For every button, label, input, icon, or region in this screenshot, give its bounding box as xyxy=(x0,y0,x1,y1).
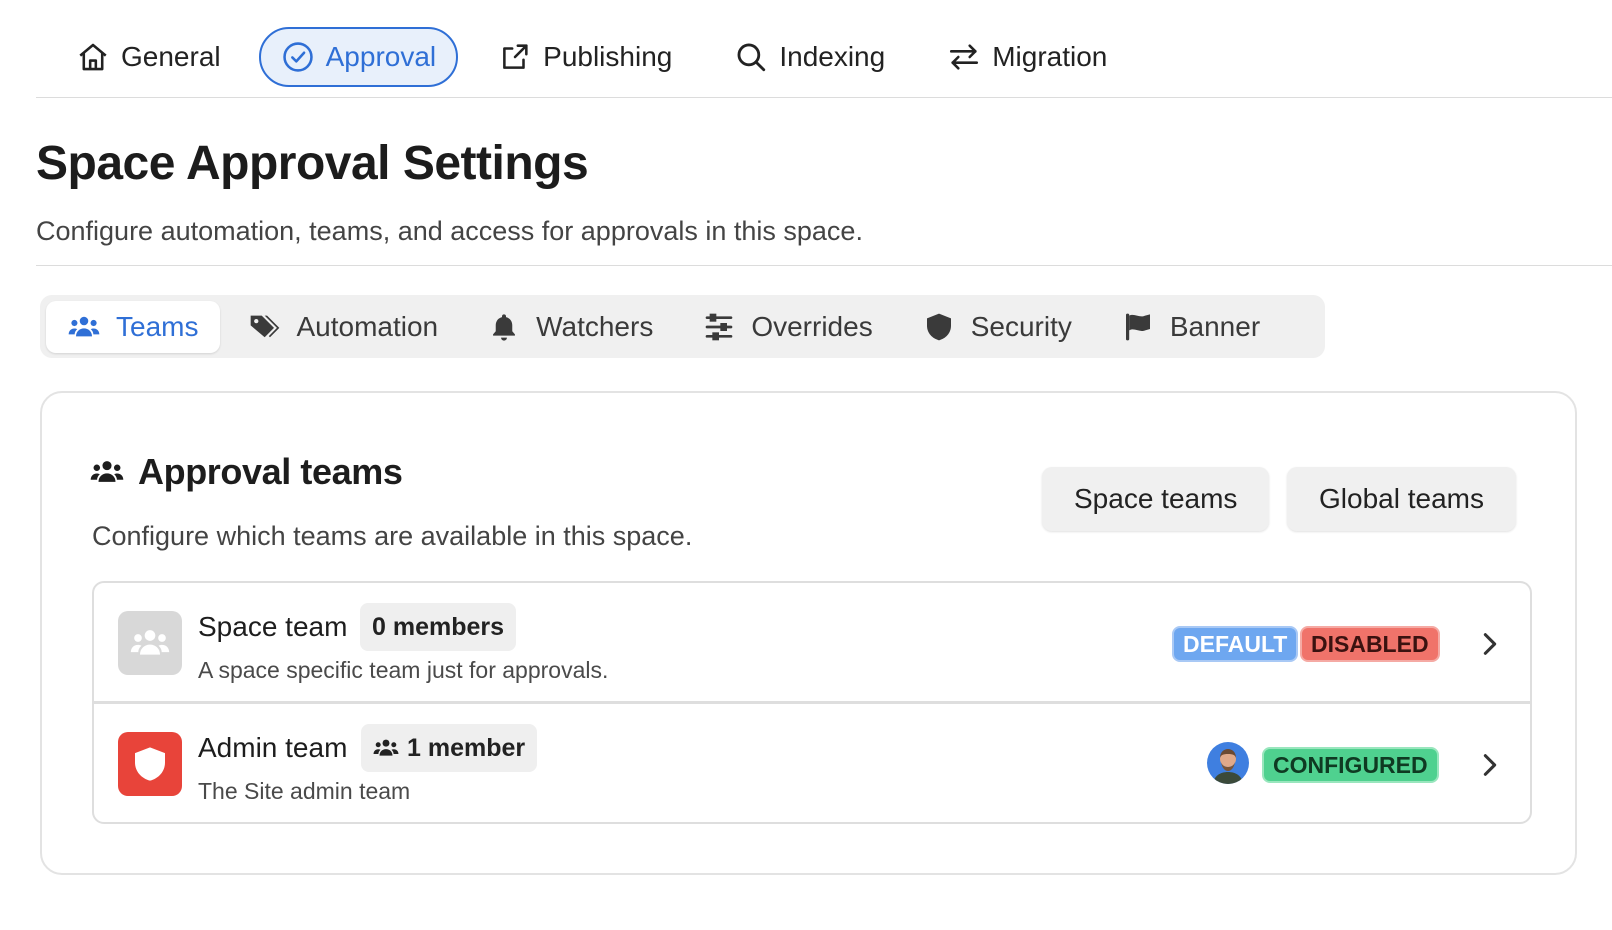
nav-migration[interactable]: Migration xyxy=(925,27,1129,87)
home-icon xyxy=(79,43,107,71)
team-name: Space team xyxy=(198,611,348,642)
team-row[interactable]: Admin team 1 member The Site admin team … xyxy=(92,702,1532,824)
nav-approval-label: Approval xyxy=(325,41,437,72)
users-icon xyxy=(130,630,170,655)
nav-indexing-label: Indexing xyxy=(779,41,886,72)
configured-badge: CONFIGURED xyxy=(1262,747,1439,783)
tab-overrides-label: Overrides xyxy=(751,310,873,342)
team-description: A space specific team just for approvals… xyxy=(198,657,609,683)
tab-security[interactable]: Security xyxy=(901,301,1094,353)
page-title: Space Approval Settings xyxy=(36,137,589,190)
chevron-right-icon[interactable] xyxy=(1476,627,1504,661)
team-row[interactable]: Space team 0 members A space specific te… xyxy=(92,581,1532,703)
global-teams-button[interactable]: Global teams xyxy=(1287,467,1516,531)
nav-general[interactable]: General xyxy=(36,27,243,87)
approval-subtabs: Teams Automation Watchers Overrides Secu… xyxy=(40,295,1325,358)
search-icon xyxy=(737,43,766,72)
flag-icon xyxy=(1125,313,1150,340)
team-avatar xyxy=(118,732,182,796)
users-icon xyxy=(68,316,100,336)
nav-indexing[interactable]: Indexing xyxy=(712,27,907,87)
member-count-chip: 0 members xyxy=(360,603,517,651)
card-title: Approval teams xyxy=(90,451,403,493)
tab-watchers-label: Watchers xyxy=(536,310,654,342)
tab-automation-label: Automation xyxy=(296,310,439,342)
nav-general-label: General xyxy=(121,41,221,72)
nav-publishing-label: Publishing xyxy=(543,41,673,72)
approval-teams-card: Approval teams Configure which teams are… xyxy=(40,391,1577,875)
team-name: Admin team xyxy=(198,732,348,763)
nav-approval[interactable]: Approval xyxy=(258,27,459,87)
tab-automation[interactable]: Automation xyxy=(226,301,460,353)
sliders-icon xyxy=(705,313,733,340)
person-avatar-icon xyxy=(1207,742,1249,784)
card-title-text: Approval teams xyxy=(138,451,403,492)
card-subtitle: Configure which teams are available in t… xyxy=(92,521,693,551)
check-circle-icon xyxy=(282,42,313,72)
tab-watchers[interactable]: Watchers xyxy=(466,301,675,353)
tab-banner[interactable]: Banner xyxy=(1100,301,1282,353)
settings-nav: General Approval Publishing Indexing Mig… xyxy=(36,26,1147,88)
space-teams-button[interactable]: Space teams xyxy=(1042,467,1270,531)
tab-banner-label: Banner xyxy=(1169,310,1261,342)
member-avatar[interactable] xyxy=(1207,742,1249,784)
bell-icon xyxy=(493,313,516,341)
share-icon xyxy=(503,44,528,69)
nav-migration-label: Migration xyxy=(992,41,1108,72)
member-count-label: 1 member xyxy=(407,733,526,762)
tab-teams-label: Teams xyxy=(116,310,199,342)
team-avatar xyxy=(118,611,182,675)
nav-divider xyxy=(36,97,1612,98)
header-divider xyxy=(36,265,1612,266)
shield-icon xyxy=(135,747,165,781)
chevron-right-icon[interactable] xyxy=(1476,748,1504,782)
page-subtitle: Configure automation, teams, and access … xyxy=(36,216,863,246)
users-icon xyxy=(90,461,124,482)
shield-icon xyxy=(926,313,951,340)
default-badge: DEFAULT xyxy=(1172,626,1299,662)
tab-overrides[interactable]: Overrides xyxy=(681,301,894,353)
disabled-badge: DISABLED xyxy=(1300,626,1440,662)
member-count-chip: 1 member xyxy=(361,724,538,772)
tags-icon xyxy=(251,315,280,337)
team-description: The Site admin team xyxy=(198,778,411,804)
tab-security-label: Security xyxy=(970,310,1072,342)
tab-teams[interactable]: Teams xyxy=(46,300,221,353)
nav-publishing[interactable]: Publishing xyxy=(476,27,694,87)
arrows-swap-icon xyxy=(950,44,979,70)
users-icon xyxy=(373,739,399,756)
